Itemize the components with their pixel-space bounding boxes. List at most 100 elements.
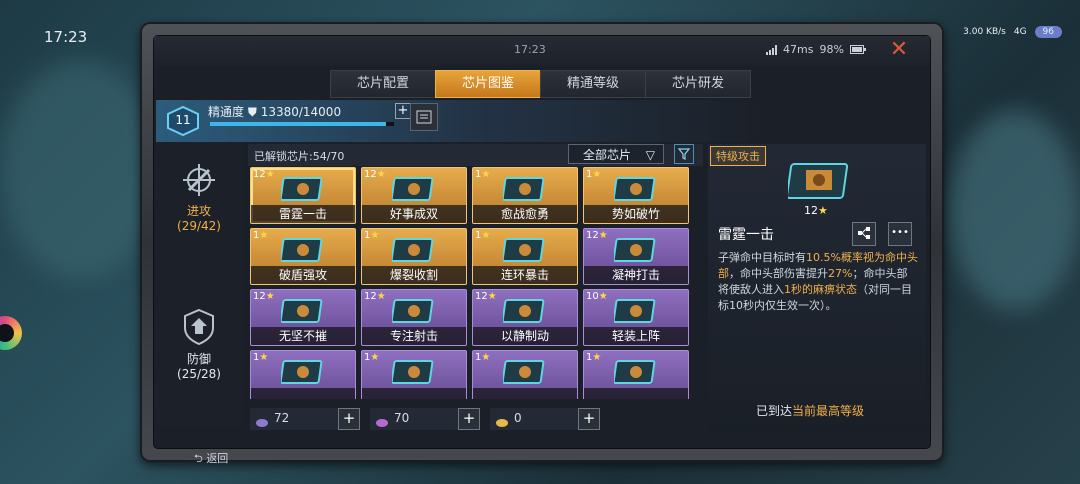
- chip-card[interactable]: 12★ 无坚不摧: [250, 289, 356, 346]
- network-speed: 3.00 KB/s: [963, 27, 1006, 37]
- chip-card-name: 雷霆一击: [251, 205, 355, 223]
- back-button[interactable]: ⮌ 返回: [194, 450, 228, 469]
- close-button[interactable]: ✕: [887, 39, 911, 63]
- handbook-button[interactable]: [410, 103, 438, 131]
- filter-button[interactable]: [674, 144, 694, 164]
- chip-card[interactable]: 12★ 专注射击: [361, 289, 467, 346]
- mastery-value: 13380/14000: [260, 105, 342, 119]
- chip-level-value: 12: [364, 169, 377, 180]
- chip-large-icon: [786, 160, 852, 202]
- chip-card-name: 愈战愈勇: [473, 205, 577, 223]
- sidebar-item-label: 进攻: [186, 204, 211, 218]
- mastery-progress: [210, 122, 394, 126]
- shield-icon: [184, 308, 214, 346]
- chip-card[interactable]: 1★ 破盾强攻: [250, 228, 356, 285]
- resource-counters: 72 + 70 + 0 +: [250, 408, 600, 430]
- chip-level-value: 12: [475, 291, 488, 302]
- chip-card[interactable]: 1★: [583, 350, 689, 399]
- add-resource-button[interactable]: +: [338, 408, 360, 430]
- mastery-label: 精通度 ⛊ 13380/14000: [208, 103, 341, 120]
- chip-level: 1★: [475, 230, 490, 241]
- chip-icon: [503, 299, 545, 323]
- max-level-note: 已到达当前最高等级: [756, 402, 864, 419]
- chip-level: 12★: [364, 169, 386, 180]
- background-blob: [950, 110, 1080, 310]
- star-icon: ★: [265, 169, 275, 180]
- chip-icon: [281, 360, 323, 384]
- share-icon: [858, 227, 870, 239]
- sidebar-item-attack[interactable]: 进攻 (29/42): [156, 162, 242, 233]
- window-clock: 17:23: [514, 43, 546, 56]
- ping-value: 47ms: [783, 43, 814, 56]
- tab-mastery-level[interactable]: 精通等级: [540, 70, 646, 98]
- sidebar-item-defense[interactable]: 防御 (25/28): [156, 308, 242, 381]
- tab-chip-gallery[interactable]: 芯片图鉴: [435, 70, 541, 98]
- tab-chip-research[interactable]: 芯片研发: [645, 70, 751, 98]
- chip-material-icon: [256, 413, 268, 427]
- add-resource-button[interactable]: +: [578, 408, 600, 430]
- star-icon: ★: [370, 352, 380, 363]
- chip-level: 12★: [586, 230, 608, 241]
- star-icon: ★: [592, 169, 602, 180]
- connection-status: 47ms 98%: [766, 43, 866, 56]
- star-icon: ★: [265, 291, 275, 302]
- more-button[interactable]: •••: [888, 222, 912, 246]
- chip-icon: [392, 238, 434, 262]
- chip-level: 1★: [253, 230, 268, 241]
- chip-card[interactable]: 1★: [250, 350, 356, 399]
- share-button[interactable]: [852, 222, 876, 246]
- chip-icon: [503, 177, 545, 201]
- window-topbar: 17:23 47ms 98% ✕: [154, 36, 930, 66]
- chip-filter-dropdown[interactable]: 全部芯片 ▽: [568, 144, 664, 164]
- star-icon: ★: [598, 291, 608, 302]
- mastery-label-text: 精通度: [208, 105, 245, 119]
- sidebar-item-label: 防御: [186, 352, 211, 366]
- chip-card[interactable]: 12★ 好事成双: [361, 167, 467, 224]
- device-frame: 17:23 47ms 98% ✕ 芯片配置 芯片图鉴 精通等级 芯片研发 11: [140, 22, 944, 465]
- star-icon: ★: [487, 291, 497, 302]
- max-level-highlight: 当前最高等级: [792, 404, 865, 418]
- chip-card[interactable]: 12★ 雷霆一击: [250, 167, 356, 224]
- star-icon: ★: [592, 352, 602, 363]
- floating-app-icon[interactable]: [0, 316, 22, 350]
- category-sidebar: 进攻 (29/42) 防御 (25/28): [156, 142, 242, 428]
- chip-icon: [281, 238, 323, 262]
- resource-counter: 0 +: [490, 408, 600, 430]
- background-blob: [0, 60, 160, 280]
- star-icon: ★: [481, 230, 491, 241]
- add-resource-button[interactable]: +: [458, 408, 480, 430]
- chip-card[interactable]: 1★: [472, 350, 578, 399]
- chip-level: 12★: [253, 291, 275, 302]
- star-icon: ★: [481, 169, 491, 180]
- desc-highlight: 27%: [828, 267, 853, 280]
- chip-card[interactable]: 12★ 凝神打击: [583, 228, 689, 285]
- chip-level: 12★: [253, 169, 275, 180]
- chip-icon: [503, 360, 545, 384]
- chip-card-name: 势如破竹: [584, 205, 688, 223]
- chip-card[interactable]: 1★ 爆裂收割: [361, 228, 467, 285]
- battery-icon: [849, 45, 866, 54]
- chip-icon: [392, 299, 434, 323]
- chip-list-header: 已解锁芯片:54/70 全部芯片 ▽: [248, 144, 703, 166]
- chip-level: 1★: [586, 352, 601, 363]
- chip-card[interactable]: 10★ 轻装上阵: [583, 289, 689, 346]
- chip-card[interactable]: 1★ 愈战愈勇: [472, 167, 578, 224]
- chip-card-name: 好事成双: [362, 205, 466, 223]
- mastery-progress-fill: [210, 122, 386, 126]
- chip-card[interactable]: 1★ 连环暴击: [472, 228, 578, 285]
- chip-description: 子弹命中目标时有10.5%概率视为命中头部，命中头部伤害提升27%；命中头部将使…: [718, 250, 918, 314]
- chip-level-value: 12: [586, 230, 599, 241]
- chip-card[interactable]: 1★: [361, 350, 467, 399]
- chip-material-icon: [496, 413, 508, 427]
- chip-icon: [614, 299, 656, 323]
- crosshair-icon: [183, 164, 215, 196]
- tab-chip-config[interactable]: 芯片配置: [330, 70, 436, 98]
- add-mastery-button[interactable]: +: [395, 103, 411, 119]
- chip-level: 1★: [253, 352, 268, 363]
- chip-card-name: [473, 388, 577, 399]
- chip-card[interactable]: 1★ 势如破竹: [583, 167, 689, 224]
- chip-card[interactable]: 12★ 以静制动: [472, 289, 578, 346]
- sidebar-item-count: (25/28): [177, 367, 221, 381]
- chip-icon: [614, 238, 656, 262]
- resource-counter: 70 +: [370, 408, 480, 430]
